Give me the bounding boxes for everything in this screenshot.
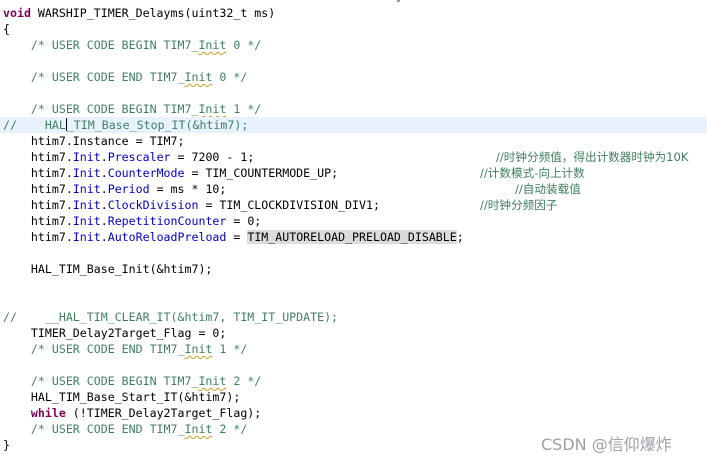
function-signature: WARSHIP_TIMER_Delayms(uint32_t ms)	[30, 6, 276, 20]
field: CounterMode	[107, 166, 185, 180]
code-text: = 0;	[226, 214, 262, 228]
inline-comment: //时钟分频值，得出计数器时钟为10K	[496, 150, 689, 164]
code-text: = TIM_CLOCKDIVISION_DIV1;	[198, 198, 380, 212]
code-text: htim7.	[3, 214, 73, 228]
code-line[interactable]: /* USER CODE BEGIN TIM7_Init 1 */	[3, 101, 261, 117]
inline-comment: //计数模式-向上计数	[480, 166, 585, 180]
code-text: TIMER_Delay2Target_Flag = 0;	[3, 326, 227, 340]
comment-spellcheck: Init	[198, 374, 227, 388]
field: Init	[72, 214, 101, 228]
code-line[interactable]: TIMER_Delay2Target_Flag = 0;	[3, 325, 226, 341]
comment: 1 */	[212, 342, 248, 356]
code-text: htim7.	[3, 166, 73, 180]
brace: }	[3, 438, 10, 452]
brace: {	[3, 22, 10, 36]
code-line[interactable]: /* USER CODE BEGIN TIM7_Init 0 */	[3, 37, 261, 53]
inline-comment: //时钟分频因子	[480, 198, 558, 212]
code-text: .	[100, 150, 108, 164]
code-line[interactable]: /* USER CODE END TIM7_Init 0 */	[3, 69, 247, 85]
comment: // HAL	[3, 118, 66, 132]
code-line[interactable]: while (!TIMER_Delay2Target_Flag);	[3, 405, 261, 421]
code-text: HAL_TIM_Base_Init(&htim7);	[3, 262, 213, 276]
code-line[interactable]: htim7.Init.AutoReloadPreload = TIM_AUTOR…	[3, 229, 464, 245]
comment-spellcheck: Init	[198, 38, 227, 52]
code-text: HAL_TIM_Base_Start_IT(&htim7);	[3, 390, 241, 404]
code-line[interactable]: htim7.Init.CounterMode = TIM_COUNTERMODE…	[3, 165, 338, 181]
code-line[interactable]: htim7.Init.RepetitionCounter = 0;	[3, 213, 261, 229]
field: Init	[72, 150, 101, 164]
code-text: htim7.Instance = TIM7;	[3, 134, 185, 148]
comment-spellcheck: Init	[184, 342, 213, 356]
code-line[interactable]: HAL_TIM_Base_Start_IT(&htim7);	[3, 389, 240, 405]
code-line[interactable]: void WARSHIP_TIMER_Delayms(uint32_t ms)	[3, 5, 275, 21]
field: Init	[72, 166, 101, 180]
comment-spellcheck: Init	[198, 102, 227, 116]
code-text: .	[100, 182, 108, 196]
comment: 1 */	[226, 102, 262, 116]
current-line[interactable]: // HAL_TIM_Base_Stop_IT(&htim7);	[0, 117, 707, 133]
code-text: htim7.	[3, 182, 73, 196]
code-text: htim7.	[3, 230, 73, 244]
code-text: ;	[456, 230, 464, 244]
code-line[interactable]: }	[3, 437, 10, 453]
code-text: = 7200 - 1;	[170, 150, 255, 164]
comment: /* USER CODE END TIM7_	[3, 342, 185, 356]
code-line[interactable]: /* USER CODE END TIM7_Init 1 */	[3, 341, 247, 357]
code-text: .	[100, 198, 108, 212]
comment: /* USER CODE BEGIN TIM7_	[3, 102, 199, 116]
comment: 2 */	[212, 422, 248, 436]
code-text: .	[100, 214, 108, 228]
keyword: while	[30, 406, 66, 420]
code-text: =	[226, 230, 248, 244]
code-line[interactable]: /* USER CODE END TIM7_Init 2 */	[3, 421, 247, 437]
selected-text[interactable]: TIM_AUTORELOAD_PRELOAD_DISABLE	[247, 230, 457, 244]
comment: /* USER CODE END TIM7_	[3, 70, 185, 84]
comment: 2 */	[226, 374, 262, 388]
code-line[interactable]: /* USER CODE BEGIN TIM7_Init 2 */	[3, 373, 261, 389]
code-text: = TIM_COUNTERMODE_UP;	[184, 166, 339, 180]
field: RepetitionCounter	[107, 214, 227, 228]
code-line[interactable]: htim7.Init.ClockDivision = TIM_CLOCKDIVI…	[3, 197, 380, 213]
comment: // __HAL_TIM_CLEAR_IT(&htim7, TIM_IT_UPD…	[3, 310, 339, 324]
comment: 0 */	[212, 70, 248, 84]
field: Period	[107, 182, 150, 196]
csdn-watermark: CSDN @信仰爆炸	[541, 435, 672, 454]
comment: 0 */	[226, 38, 262, 52]
comment: /* USER CODE BEGIN TIM7_	[3, 38, 199, 52]
code-line[interactable]: HAL_TIM_Base_Init(&htim7);	[3, 261, 213, 277]
code-editor[interactable]: void WARSHIP_TIMER_Delayms(uint32_t ms) …	[0, 0, 707, 460]
keyword: void	[3, 6, 31, 20]
ruler-mark	[397, 0, 400, 2]
code-text: .	[100, 230, 108, 244]
field: AutoReloadPreload	[107, 230, 227, 244]
comment: _TIM_Base_Stop_IT(&htim7);	[66, 118, 249, 132]
field: Init	[72, 230, 101, 244]
code-text: = ms * 10;	[149, 182, 227, 196]
code-text: htim7.	[3, 150, 73, 164]
comment-spellcheck: Init	[184, 70, 213, 84]
field: ClockDivision	[107, 198, 199, 212]
field: Prescaler	[107, 150, 171, 164]
comment: /* USER CODE END TIM7_	[3, 422, 185, 436]
code-line[interactable]: // __HAL_TIM_CLEAR_IT(&htim7, TIM_IT_UPD…	[3, 309, 338, 325]
field: Init	[72, 198, 101, 212]
code-line[interactable]: htim7.Init.Prescaler = 7200 - 1;	[3, 149, 254, 165]
comment-spellcheck: Init	[184, 422, 213, 436]
code-line[interactable]: htim7.Init.Period = ms * 10;	[3, 181, 226, 197]
code-text: htim7.	[3, 198, 73, 212]
code-line[interactable]: htim7.Instance = TIM7;	[3, 133, 185, 149]
inline-comment: //自动装载值	[515, 182, 581, 196]
code-text: .	[100, 166, 108, 180]
code-line[interactable]: {	[3, 21, 10, 37]
field: Init	[72, 182, 101, 196]
code-text: (!TIMER_Delay2Target_Flag);	[65, 406, 262, 420]
comment: /* USER CODE BEGIN TIM7_	[3, 374, 199, 388]
